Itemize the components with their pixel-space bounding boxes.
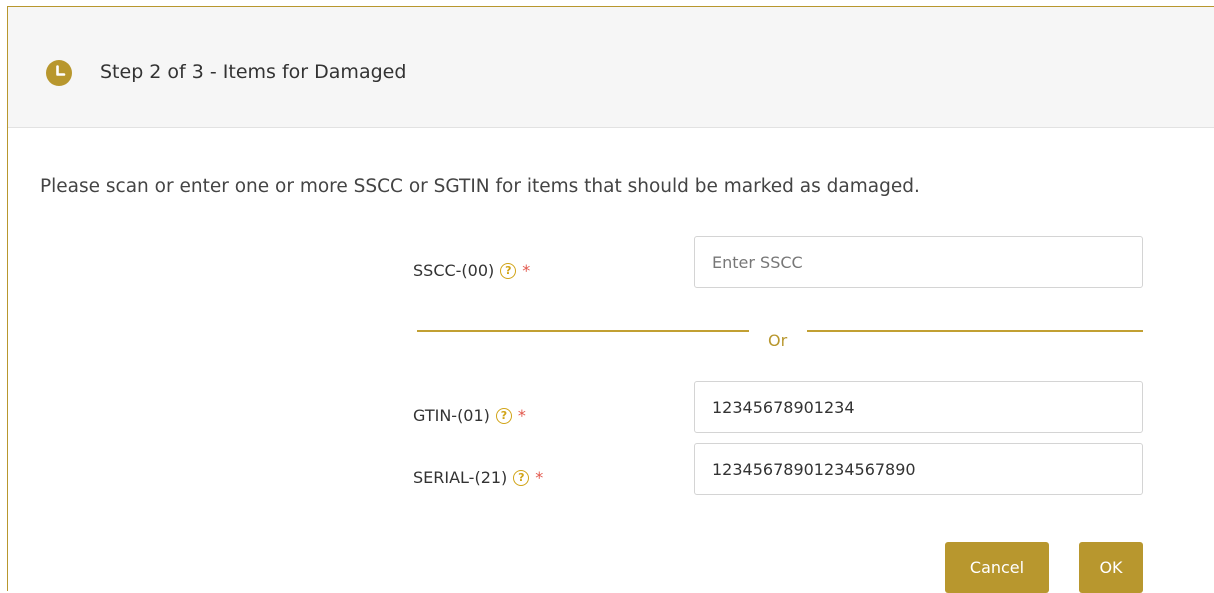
dialog-header: Step 2 of 3 - Items for Damaged — [8, 7, 1214, 128]
help-icon[interactable]: ? — [500, 262, 517, 279]
or-separator: Or — [768, 331, 788, 350]
serial-label: SERIAL-(21) — [413, 468, 508, 487]
required-marker: * — [535, 468, 544, 487]
gtin-input[interactable] — [694, 381, 1143, 433]
sscc-label-group: SSCC-(00) ? * — [413, 261, 530, 280]
dialog-title: Step 2 of 3 - Items for Damaged — [100, 61, 407, 83]
cancel-button[interactable]: Cancel — [945, 542, 1049, 593]
clock-icon — [46, 60, 72, 86]
serial-label-group: SERIAL-(21) ? * — [413, 468, 543, 487]
divider-left — [417, 330, 749, 332]
required-marker: * — [517, 406, 526, 425]
required-marker: * — [522, 261, 531, 280]
instructions-text: Please scan or enter one or more SSCC or… — [40, 176, 920, 197]
serial-input[interactable] — [694, 443, 1143, 495]
damaged-items-dialog: Step 2 of 3 - Items for Damaged Please s… — [7, 6, 1214, 593]
sscc-input[interactable] — [694, 236, 1143, 288]
divider-right — [807, 330, 1143, 332]
gtin-label-group: GTIN-(01) ? * — [413, 406, 526, 425]
help-icon[interactable]: ? — [513, 469, 530, 486]
gtin-label: GTIN-(01) — [413, 406, 490, 425]
sscc-label: SSCC-(00) — [413, 261, 495, 280]
help-icon[interactable]: ? — [495, 407, 512, 424]
ok-button[interactable]: OK — [1079, 542, 1143, 593]
